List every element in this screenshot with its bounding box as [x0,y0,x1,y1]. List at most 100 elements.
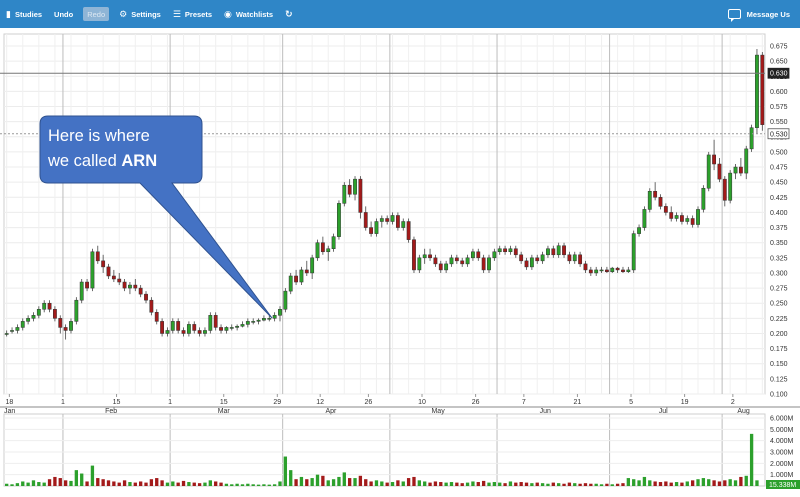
price-tick-label: 0.325 [770,255,788,262]
volume-last-label: 15.338M [769,482,796,489]
volume-bar [144,482,148,486]
undo-button[interactable]: Undo [48,4,79,24]
settings-label: Settings [131,9,161,19]
price-tick-label: 0.675 [770,44,788,51]
candle-body [422,254,427,259]
volume-bar [21,481,25,486]
volume-bar [165,482,170,486]
watchlists-button[interactable]: ◉ Watchlists [218,4,279,24]
day-tick-label: 29 [273,399,281,406]
volume-bar [299,476,304,486]
candle-body [390,215,395,222]
volume-bar [246,483,250,486]
volume-bar [433,481,438,486]
candle-body [658,197,663,207]
candle-body [385,218,390,222]
candle-body [186,324,191,334]
candle-body [256,319,261,322]
candle-body [267,318,272,320]
candle-body [663,206,668,213]
volume-tick-label: 2.000M [770,461,794,468]
volume-bar [278,481,282,486]
volume-bar [723,480,727,486]
gear-icon: ⚙ [119,8,128,19]
volume-bar [535,482,539,486]
candle-body [358,178,363,213]
volume-bar [358,475,363,486]
candle-body [701,187,706,210]
volume-bar [230,484,234,486]
day-tick-label: 5 [629,399,633,406]
candle-body [551,248,556,256]
volume-tick-label: 3.000M [770,450,794,457]
settings-button[interactable]: ⚙ Settings [113,4,167,24]
candle-body [406,221,411,240]
candle-body [251,321,256,323]
volume-bar [374,480,379,486]
candle-body [203,330,207,334]
candle-body [117,278,122,283]
price-tick-label: 0.650 [770,59,788,66]
candle-body [53,309,57,319]
candle-body [85,281,89,289]
refresh-button[interactable]: ↻ [279,4,303,24]
candle-body [487,257,491,271]
price-tick-label: 0.575 [770,104,788,111]
candle-body [685,218,690,222]
volume-bar [707,479,711,486]
redo-button[interactable]: Redo [83,7,110,21]
candle-body [235,325,240,328]
volume-bar [272,484,277,486]
day-tick-label: 7 [522,399,526,406]
candle-body [165,330,170,334]
candle-body [138,287,143,295]
candle-body [535,257,540,262]
candle-body [36,309,41,316]
volume-bar [117,482,121,486]
candle-body [594,269,599,274]
candle-body [588,269,593,274]
day-tick-label: 15 [113,399,121,406]
chart-toolbar: ▮ Studies Undo Redo ⚙ Settings ☰ Presets… [0,0,800,28]
volume-bar [428,482,432,486]
volume-bar [615,483,620,486]
volume-bar [610,484,614,486]
volume-bar [53,476,57,486]
studies-button[interactable]: ▮ Studies [0,4,48,24]
volume-tick-label: 1.000M [770,472,794,479]
volume-bar [305,479,309,486]
candle-body [471,251,475,259]
candle-body [63,327,68,331]
list-icon: ☰ [172,8,181,19]
price-level-label: 0.530 [770,131,788,138]
volume-bar [444,482,448,486]
candle-body [42,302,47,310]
price-tick-label: 0.550 [770,119,788,126]
candle-body [610,267,615,272]
candle-body [417,257,422,271]
candle-body [674,215,679,219]
volume-bar [181,480,186,486]
price-tick-label: 0.350 [770,240,788,247]
stock-chart[interactable]: 0.6750.6500.6250.6000.5750.5500.5250.500… [0,28,800,497]
presets-button[interactable]: ☰ Presets [167,4,218,24]
price-tick-label: 0.200 [770,331,788,338]
message-us-button[interactable]: Message Us [722,4,800,24]
volume-bar [449,482,454,486]
candle-body [74,299,79,322]
candle-body [513,248,518,256]
volume-bar [106,480,111,486]
candle-body [728,172,733,201]
callout-text-line2: we called ARN [47,152,157,170]
candle-body [492,251,497,259]
candle-body [583,263,588,271]
volume-bar [557,483,561,486]
candle-body [342,184,347,204]
month-tick-label: Feb [105,408,117,415]
candle-body [315,242,320,259]
candle-body [170,321,175,331]
month-tick-label: Jan [4,408,15,415]
price-tick-label: 0.225 [770,316,788,323]
volume-bar [621,483,625,486]
candle-body [428,254,432,259]
